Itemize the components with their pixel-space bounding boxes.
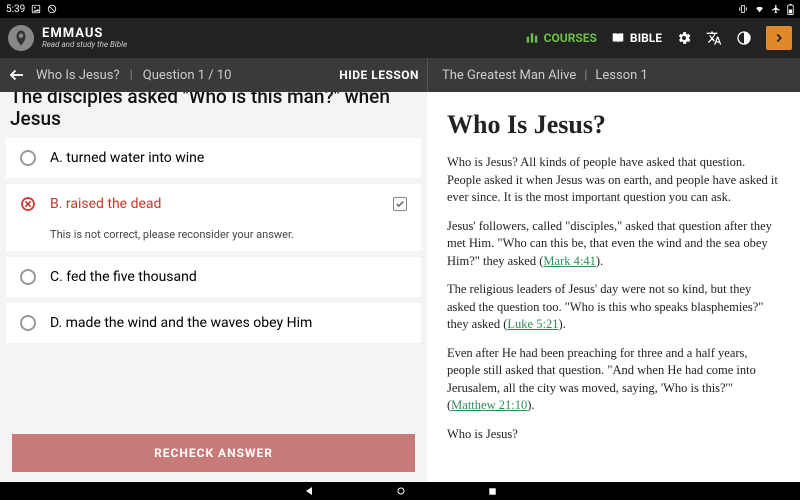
android-status-bar: 5:39 — [0, 0, 800, 18]
settings-icon[interactable] — [676, 30, 692, 46]
nav-courses[interactable]: COURSES — [525, 31, 597, 45]
android-nav-bar — [0, 482, 800, 500]
ref-matthew-21-10[interactable]: Matthew 21:10 — [451, 398, 527, 412]
quiz-progress: Question 1 / 10 — [143, 68, 232, 83]
separator: | — [130, 68, 133, 83]
app-title: EMMAUS — [42, 27, 127, 41]
option-c-label: C. fed the five thousand — [50, 269, 197, 285]
lesson-pane[interactable]: Who Is Jesus? Who is Jesus? All kinds of… — [427, 92, 800, 482]
option-d-label: D. made the wind and the waves obey Him — [50, 315, 312, 331]
battery-icon — [787, 4, 794, 15]
back-icon[interactable] — [8, 66, 26, 84]
checkbox-checked-icon — [393, 197, 407, 211]
radio-icon — [20, 269, 36, 285]
lesson-p4: Even after He had been preaching for thr… — [447, 345, 780, 415]
app-header: EMMAUS Read and study the Bible COURSES … — [0, 18, 800, 58]
do-not-disturb-icon — [47, 4, 57, 14]
courses-icon — [525, 31, 539, 45]
lesson-title: The Greatest Man Alive — [442, 68, 576, 83]
contrast-icon[interactable] — [736, 30, 752, 46]
lesson-p2: Jesus' followers, called "disciples," as… — [447, 218, 780, 271]
nav-courses-label: COURSES — [544, 31, 597, 45]
sub-bar: Who Is Jesus? | Question 1 / 10 HIDE LES… — [0, 58, 800, 92]
lesson-number: Lesson 1 — [595, 68, 647, 83]
option-a[interactable]: A. turned water into wine — [6, 138, 421, 178]
lesson-p1: Who is Jesus? All kinds of people have a… — [447, 154, 780, 207]
toggle-panel-button[interactable] — [766, 26, 792, 50]
quiz-pane: The disciples asked "Who is this man?" w… — [0, 92, 427, 482]
airplane-icon — [771, 4, 781, 14]
quiz-title: Who Is Jesus? — [36, 68, 120, 83]
lesson-p3: The religious leaders of Jesus' day were… — [447, 281, 780, 334]
recheck-button[interactable]: RECHECK ANSWER — [12, 434, 415, 472]
separator: | — [584, 68, 587, 83]
radio-icon — [20, 150, 36, 166]
image-icon — [31, 4, 41, 14]
ref-luke-5-21[interactable]: Luke 5:21 — [507, 317, 558, 331]
option-b-label: B. raised the dead — [50, 196, 161, 212]
radio-icon — [20, 315, 36, 331]
nav-bible-label: BIBLE — [630, 31, 662, 45]
ref-mark-4-41[interactable]: Mark 4:41 — [543, 254, 595, 268]
nav-back-icon[interactable] — [303, 482, 315, 500]
option-c[interactable]: C. fed the five thousand — [6, 257, 421, 297]
hide-lesson-button[interactable]: HIDE LESSON — [339, 68, 419, 82]
bible-icon — [611, 31, 625, 45]
status-time: 5:39 — [6, 4, 25, 15]
app-subtitle: Read and study the Bible — [42, 41, 127, 49]
nav-bible[interactable]: BIBLE — [611, 31, 662, 45]
lesson-heading: Who Is Jesus? — [447, 110, 780, 140]
option-a-label: A. turned water into wine — [50, 150, 204, 166]
feedback-text: This is not correct, please reconsider y… — [6, 228, 421, 251]
nav-home-icon[interactable] — [395, 482, 407, 500]
vibrate-icon — [738, 4, 748, 14]
option-d[interactable]: D. made the wind and the waves obey Him — [6, 303, 421, 343]
question-text: The disciples asked "Who is this man?" w… — [0, 92, 427, 138]
option-b[interactable]: B. raised the dead — [6, 184, 421, 224]
app-logo[interactable] — [8, 25, 34, 51]
incorrect-icon — [20, 196, 36, 212]
wifi-icon — [754, 4, 765, 14]
translate-icon[interactable] — [706, 30, 722, 46]
lesson-p5: Who is Jesus? — [447, 426, 780, 444]
nav-recent-icon[interactable] — [487, 482, 498, 500]
